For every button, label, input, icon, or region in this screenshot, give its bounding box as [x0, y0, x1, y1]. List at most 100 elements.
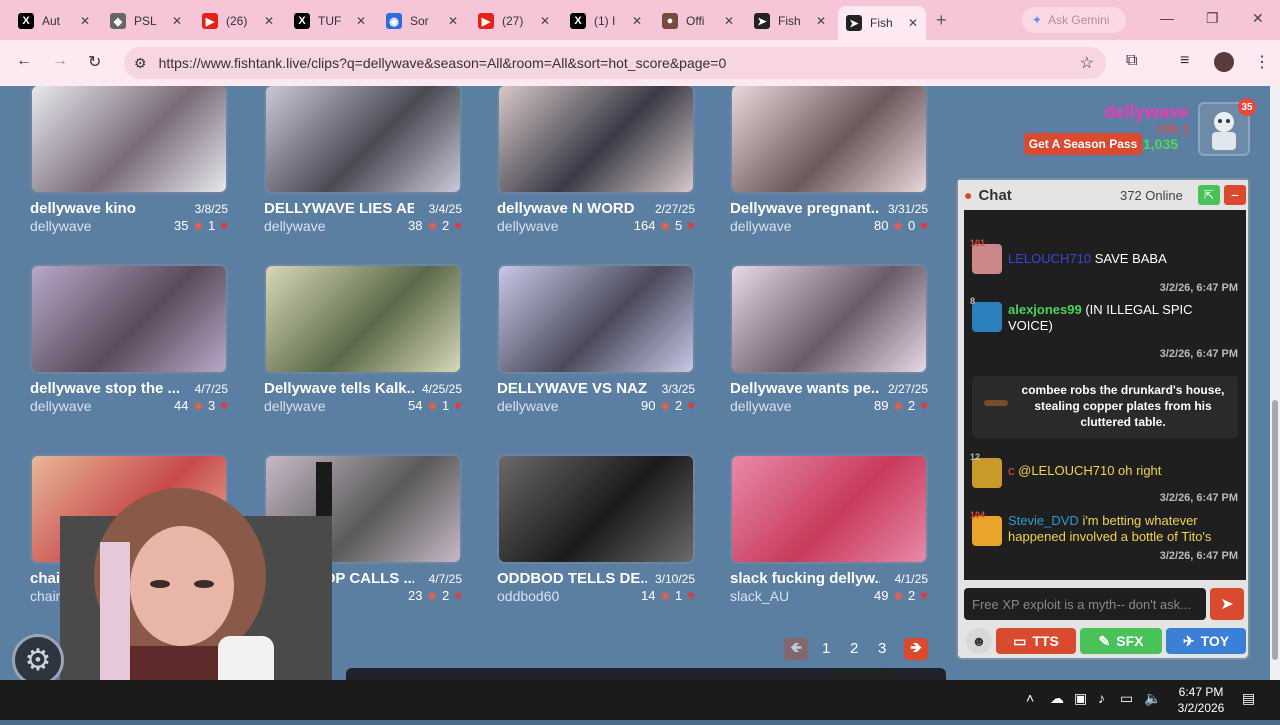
clip-user[interactable]: oddbod60	[497, 588, 559, 604]
tab-close-icon[interactable]: ✕	[632, 14, 642, 28]
heart-icon[interactable]: ♥	[220, 398, 228, 413]
user-avatar[interactable]	[972, 302, 1002, 332]
user-avatar[interactable]	[972, 516, 1002, 546]
prev-page-button[interactable]: 🡸	[784, 638, 808, 660]
heart-icon[interactable]: ♥	[687, 218, 695, 233]
clip-card[interactable]: DELLYWAVE VS NAZ... 3/3/25 dellywave 90 ◉ 2 ♥	[497, 264, 695, 424]
chat-username[interactable]: LELOUCH710	[1008, 251, 1091, 266]
network-icon[interactable]: ▭	[1120, 690, 1133, 707]
tab-close-icon[interactable]: ✕	[448, 14, 458, 28]
page-1-button[interactable]: 1	[822, 640, 830, 657]
clip-thumbnail[interactable]	[264, 264, 462, 374]
clip-thumbnail[interactable]	[497, 264, 695, 374]
tab-close-icon[interactable]: ✕	[172, 14, 182, 28]
reload-icon[interactable]: ↻	[88, 52, 101, 72]
browser-tab[interactable]: ▶ (27) ✕	[470, 8, 558, 34]
tts-button[interactable]: ▭ TTS	[996, 628, 1076, 654]
clip-title[interactable]: slack fucking dellyw...	[730, 570, 880, 587]
sfx-button[interactable]: ✎ SFX	[1080, 628, 1162, 654]
clip-title[interactable]: ODDBOD TELLS DE...	[497, 570, 647, 587]
send-icon[interactable]: ➤	[1210, 588, 1244, 620]
page-2-button[interactable]: 2	[850, 640, 858, 657]
clip-title[interactable]: Dellywave pregnant...	[730, 200, 880, 217]
clip-card[interactable]: DELLYWAVE LIES AB... 3/4/25 dellywave 38 ◉ 2 ♥	[264, 86, 462, 244]
clip-user[interactable]: dellywave	[30, 218, 91, 234]
gemini-button[interactable]: ✦ Ask Gemini	[1022, 7, 1126, 33]
clip-thumbnail[interactable]	[497, 454, 695, 564]
clip-card[interactable]: slack fucking dellyw... 4/1/25 slack_AU 49 ◉…	[730, 454, 928, 614]
profile-name[interactable]: dellywave	[1104, 102, 1189, 123]
bookmark-star-icon[interactable]: ☆	[1080, 53, 1094, 73]
clip-card[interactable]: Dellywave pregnant... 3/31/25 dellywave 80 ◉…	[730, 86, 928, 244]
tab-close-icon[interactable]: ✕	[724, 14, 734, 28]
clip-thumbnail[interactable]	[264, 86, 462, 194]
user-avatar[interactable]	[972, 244, 1002, 274]
browser-tab[interactable]: ▶ (26) ✕	[194, 8, 282, 34]
clip-thumbnail[interactable]	[730, 264, 928, 374]
season-pass-button[interactable]: Get A Season Pass	[1024, 133, 1142, 155]
heart-icon[interactable]: ♥	[920, 588, 928, 603]
clip-user[interactable]: dellywave	[264, 218, 325, 234]
back-icon[interactable]: ←	[16, 52, 32, 70]
chat-minimize-icon[interactable]: −	[1224, 185, 1246, 205]
clip-user[interactable]: dellywave	[497, 398, 558, 414]
clip-card[interactable]: dellywave kino 3/8/25 dellywave 35 ◉ 1 ♥	[30, 86, 228, 244]
profile-avatar[interactable]	[1214, 52, 1234, 72]
heart-icon[interactable]: ♥	[920, 398, 928, 413]
clip-title[interactable]: Dellywave tells Kalk...	[264, 380, 414, 397]
tab-close-icon[interactable]: ✕	[264, 14, 274, 28]
browser-tab[interactable]: X TUF ✕	[286, 8, 374, 34]
clip-user[interactable]: dellywave	[30, 398, 91, 414]
event-user[interactable]: combee	[1022, 383, 1067, 397]
url-text[interactable]: https://www.fishtank.live/clips?q=dellyw…	[159, 55, 727, 71]
clip-card[interactable]: dellywave N WORD 2/27/25 dellywave 164 ◉ 5 ♥	[497, 86, 695, 244]
scrollbar-thumb[interactable]	[1272, 400, 1278, 660]
clip-card[interactable]: ODDBOD TELLS DE... 3/10/25 oddbod60 14 ◉ 1 ♥	[497, 454, 695, 614]
heart-icon[interactable]: ♥	[920, 218, 928, 233]
clip-title[interactable]: DELLYWAVE VS NAZ...	[497, 380, 647, 397]
browser-tab[interactable]: ◉ Sor ✕	[378, 8, 466, 34]
restore-button[interactable]: ❐	[1206, 10, 1219, 27]
clip-thumbnail[interactable]	[497, 86, 695, 194]
browser-tab[interactable]: X (1) I ✕	[562, 8, 650, 34]
browser-tab[interactable]: ➤ Fish ✕	[746, 8, 834, 34]
chat-username[interactable]: c	[1008, 463, 1015, 478]
forward-icon[interactable]: →	[52, 52, 68, 70]
heart-icon[interactable]: ♥	[454, 398, 462, 413]
tab-close-icon[interactable]: ✕	[540, 14, 550, 28]
clip-user[interactable]: dellywave	[264, 398, 325, 414]
microphone-icon[interactable]: ♪	[1098, 690, 1105, 706]
app-tray-icon[interactable]: ▣	[1074, 690, 1087, 707]
browser-tab[interactable]: X Aut ✕	[10, 8, 98, 34]
next-page-button[interactable]: 🡺	[904, 638, 928, 660]
clip-card[interactable]: dellywave stop the ... 4/7/25 dellywave 44 ◉…	[30, 264, 228, 424]
onedrive-icon[interactable]: ☁	[1050, 690, 1064, 707]
clip-user[interactable]: dellywave	[497, 218, 558, 234]
tray-overflow-icon[interactable]: ˄	[1026, 690, 1034, 706]
clip-thumbnail[interactable]	[730, 86, 928, 194]
clip-user[interactable]: dellywave	[730, 218, 791, 234]
heart-icon[interactable]: ♥	[220, 218, 228, 233]
menu-icon[interactable]: ⋮	[1254, 52, 1270, 72]
browser-tab[interactable]: ◆ PSL ✕	[102, 8, 190, 34]
browser-tab[interactable]: ● Offi ✕	[654, 8, 742, 34]
clip-thumbnail[interactable]	[30, 264, 228, 374]
address-bar[interactable]: ⚙ https://www.fishtank.live/clips?q=dell…	[124, 47, 1106, 79]
tab-close-icon[interactable]: ✕	[80, 14, 90, 28]
my-portfolio-tab[interactable]: My Portfolio	[834, 668, 892, 679]
heart-icon[interactable]: ♥	[454, 218, 462, 233]
extensions-icon[interactable]: ⧉	[1126, 52, 1137, 70]
site-info-icon[interactable]: ⚙	[134, 55, 147, 72]
browser-tab[interactable]: ➤ Fish ✕	[838, 6, 926, 40]
chat-input[interactable]: Free XP exploit is a myth-- don't ask...	[964, 588, 1206, 620]
clip-thumbnail[interactable]	[730, 454, 928, 564]
tab-close-icon[interactable]: ✕	[908, 16, 918, 30]
clip-card[interactable]: Dellywave tells Kalk... 4/25/25 dellywave 5…	[264, 264, 462, 424]
settings-gear-icon[interactable]: ⚙	[12, 634, 64, 686]
volume-icon[interactable]: 🔈	[1144, 690, 1161, 707]
new-tab-button[interactable]: +	[936, 10, 947, 31]
emoji-icon[interactable]: ☻	[966, 628, 992, 654]
clip-thumbnail[interactable]	[30, 86, 228, 194]
tab-close-icon[interactable]: ✕	[816, 14, 826, 28]
heart-icon[interactable]: ♥	[687, 588, 695, 603]
